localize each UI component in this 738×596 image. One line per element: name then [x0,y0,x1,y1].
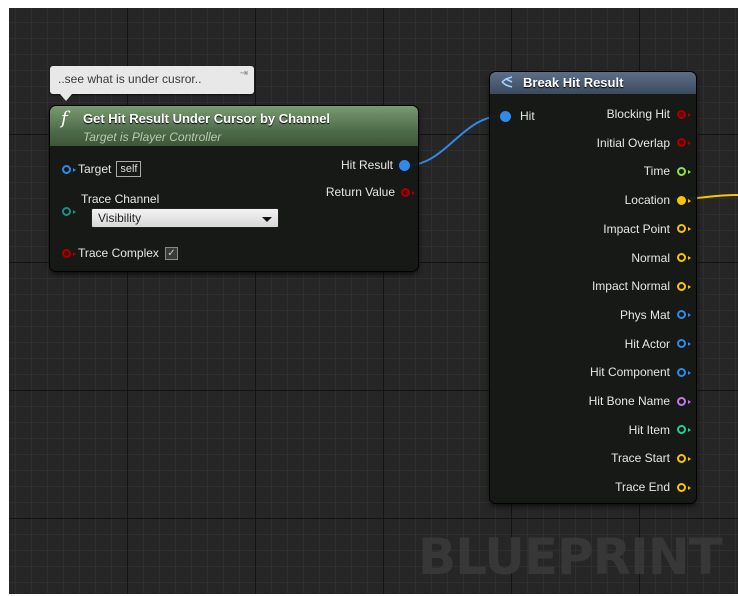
break-output-pin-icon[interactable] [677,482,691,492]
trace-complex-pin-row[interactable]: Trace Complex ✓ [62,246,178,260]
break-hit-result-node[interactable]: Break Hit Result Hit Blocking Hit Initial… [490,72,696,503]
watermark: BLUEPRINT [418,528,723,586]
break-output-label: Location [624,193,670,208]
hit-input-label: Hit [520,109,535,123]
break-output-label: Hit Bone Name [588,394,670,408]
hit-input-pin-row[interactable]: Hit [500,109,535,123]
break-output-row[interactable]: Impact Point [603,221,691,236]
trace-complex-checkbox[interactable]: ✓ [164,246,178,260]
chevron-down-icon[interactable] [262,217,272,222]
trace-complex-label: Trace Complex [78,246,159,260]
return-value-pin-icon[interactable] [401,187,415,197]
break-output-label: Normal [631,250,670,265]
break-output-pin-icon[interactable] [677,224,691,234]
break-output-row[interactable]: Trace Start [611,451,691,466]
node-header[interactable]: f Get Hit Result Under Cursor by Channel… [50,106,418,146]
trace-channel-pin-icon[interactable] [62,207,76,216]
get-hit-result-node[interactable]: f Get Hit Result Under Cursor by Channel… [50,106,418,271]
return-value-pin-row[interactable]: Return Value [325,185,415,199]
break-output-row[interactable]: Hit Component [589,365,691,380]
break-node-title: Break Hit Result [523,75,624,90]
break-output-pin-icon[interactable] [677,253,691,262]
return-value-label: Return Value [325,185,395,199]
break-output-pin-icon[interactable] [677,425,691,435]
break-node-header[interactable]: Break Hit Result [490,72,696,94]
break-output-row[interactable]: Impact Normal [591,279,691,294]
break-output-label: Trace Start [611,451,670,466]
hit-result-pin-icon[interactable] [399,159,410,171]
break-output-pin-icon[interactable] [677,281,691,291]
break-output-label: Hit Component [589,365,670,380]
trace-channel-pin-row[interactable] [62,207,76,216]
node-subtitle: Target is Player Controller [83,130,222,144]
break-output-pin-icon[interactable] [677,310,691,320]
break-output-label: Hit Item [628,422,670,437]
break-output-label: Initial Overlap [596,135,670,150]
break-output-pin-icon[interactable] [677,339,691,349]
break-struct-icon [501,76,513,88]
target-pin-row[interactable]: Target self [62,161,142,177]
break-output-pin-icon[interactable] [677,109,691,119]
node-title: Get Hit Result Under Cursor by Channel [83,111,331,126]
target-label: Target [78,162,112,176]
break-output-label: Trace End [615,480,670,495]
break-output-row[interactable]: Time [643,164,691,179]
break-output-pin-icon[interactable] [677,195,691,205]
trace-channel-label: Trace Channel [81,192,160,206]
break-output-pin-icon[interactable] [677,166,691,176]
break-output-pin-icon[interactable] [677,367,691,377]
hit-result-pin-row[interactable]: Hit Result [341,158,410,172]
break-output-row[interactable]: Hit Item [628,422,691,437]
break-output-label: Blocking Hit [606,107,670,121]
trace-channel-dropdown[interactable]: Visibility [91,208,279,228]
hit-input-pin-icon[interactable] [500,110,511,122]
comment-text: ..see what is under cusror.. [58,72,202,86]
trace-channel-selected: Visibility [98,211,142,225]
blueprint-graph-canvas[interactable]: ..see what is under cusror.. ⇥ f Get Hit… [9,8,738,594]
target-self-value[interactable]: self [116,161,142,177]
target-pin-icon[interactable] [62,164,76,174]
break-output-label: Hit Actor [624,336,670,351]
break-output-row[interactable]: Phys Mat [619,307,691,322]
comment-bubble[interactable]: ..see what is under cusror.. ⇥ [50,66,254,101]
trace-complex-pin-icon[interactable] [62,248,76,258]
break-output-row[interactable]: Hit Actor [624,336,691,351]
break-output-row[interactable]: Location [624,193,691,208]
break-output-pin-icon[interactable] [677,453,691,463]
break-output-row[interactable]: Blocking Hit [606,107,691,121]
break-output-label: Impact Normal [591,279,670,294]
break-output-pin-icon[interactable] [677,138,691,148]
function-icon: f [61,108,68,129]
hit-result-label: Hit Result [340,158,393,172]
break-output-label: Phys Mat [619,307,670,322]
break-output-row[interactable]: Normal [631,250,691,265]
break-output-label: Impact Point [603,221,670,236]
break-output-pin-icon[interactable] [677,396,691,406]
break-output-row[interactable]: Hit Bone Name [588,394,691,408]
comment-pin-icon[interactable]: ⇥ [240,68,248,79]
trace-channel-label-row: Trace Channel [81,192,159,206]
break-output-row[interactable]: Trace End [615,480,691,495]
break-output-row[interactable]: Initial Overlap [596,135,691,150]
break-output-label: Time [643,164,670,179]
